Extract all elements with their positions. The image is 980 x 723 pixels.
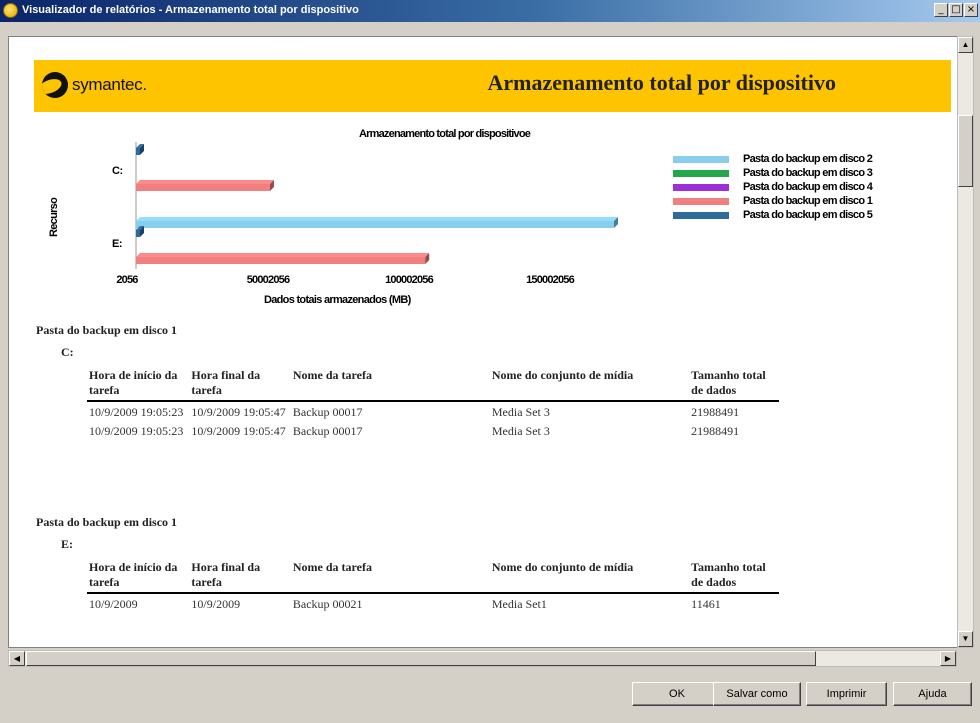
x-tick-label: 150002056 <box>526 274 575 286</box>
legend-swatch <box>673 155 729 163</box>
cell-job: Backup 00021 <box>292 597 363 611</box>
cell-media-set: Media Set 3 <box>491 405 550 419</box>
table-row: 10/9/2009 10/9/2009 Backup 00021 Media S… <box>87 593 779 613</box>
x-tick-label: 50002056 <box>246 274 290 286</box>
table-row: 10/9/2009 19:05:23 10/9/2009 19:05:47 Ba… <box>87 401 779 421</box>
col-header-start: Hora de início da tarefa <box>89 368 178 397</box>
horizontal-scrollbar[interactable]: ◀ ▶ <box>8 650 957 667</box>
help-button[interactable]: Ajuda <box>893 682 972 706</box>
ok-button[interactable]: OK <box>632 682 722 706</box>
legend-swatch <box>673 183 729 191</box>
cell-start: 10/9/2009 19:05:23 <box>89 424 184 438</box>
device-label: C: <box>61 345 74 359</box>
col-header-size: Tamanho total de dados <box>691 368 766 397</box>
table-row: 10/9/2009 19:05:23 10/9/2009 19:05:47 Ba… <box>87 421 779 440</box>
col-header-job: Nome da tarefa <box>292 368 372 382</box>
cell-start: 10/9/2009 19:05:23 <box>89 405 184 419</box>
title-bar[interactable]: Visualizador de relatórios - Armazenamen… <box>0 0 980 22</box>
cell-size: 21988491 <box>691 424 740 438</box>
cell-job: Backup 00017 <box>292 405 363 419</box>
legend-swatch <box>673 211 729 219</box>
bar <box>136 230 140 237</box>
minimize-button[interactable]: _ <box>934 3 948 17</box>
y-category-c: C: <box>112 165 123 177</box>
cell-media-set: Media Set 3 <box>491 424 550 438</box>
bar-top-face <box>136 253 430 257</box>
col-header-end: Hora final da tarefa <box>191 560 261 589</box>
cell-end: 10/9/2009 19:05:47 <box>191 424 286 438</box>
bar-top-face <box>136 217 618 221</box>
legend-label: Pasta do backup em disco 3 <box>743 167 873 179</box>
cell-size: 11461 <box>691 597 721 611</box>
table-header-row: Hora de início da tarefa Hora final da t… <box>87 560 779 593</box>
legend-swatch <box>673 169 729 177</box>
bar-top-face <box>136 180 274 184</box>
bar <box>136 184 270 191</box>
y-category-e: E: <box>112 238 123 250</box>
legend-item: Pasta do backup em disco 3 <box>673 166 873 180</box>
legend-label: Pasta do backup em disco 1 <box>743 195 873 207</box>
save-as-button[interactable]: Salvar como <box>713 682 801 706</box>
section-title: Pasta do backup em disco 1 <box>36 515 178 529</box>
cell-start: 10/9/2009 <box>89 597 138 611</box>
col-header-job: Nome da tarefa <box>292 560 372 574</box>
col-header-media-set: Nome do conjunto de mídia <box>491 560 634 574</box>
cell-end: 10/9/2009 <box>191 597 241 611</box>
legend-item: Pasta do backup em disco 4 <box>673 180 873 194</box>
jobs-table: Hora de início da tarefa Hora final da t… <box>87 368 779 440</box>
legend-label: Pasta do backup em disco 4 <box>743 181 873 193</box>
legend-label: Pasta do backup em disco 2 <box>743 153 873 165</box>
table-header-row: Hora de início da tarefa Hora final da t… <box>87 368 779 401</box>
legend-item: Pasta do backup em disco 5 <box>673 208 873 222</box>
col-header-media-set: Nome do conjunto de mídia <box>491 368 634 382</box>
print-button[interactable]: Imprimir <box>806 682 887 706</box>
cell-media-set: Media Set1 <box>491 597 547 611</box>
x-axis-label: Dados totais armazenados (MB) <box>264 294 411 306</box>
x-tick-label: 100002056 <box>385 274 434 286</box>
col-header-end: Hora final da tarefa <box>191 368 261 397</box>
maximize-button[interactable]: □ <box>949 3 963 17</box>
y-axis-label: Recurso <box>48 197 60 237</box>
legend-item: Pasta do backup em disco 1 <box>673 194 873 208</box>
legend-swatch <box>673 197 729 205</box>
device-label: E: <box>61 537 73 551</box>
legend-item: Pasta do backup em disco 2 <box>673 152 873 166</box>
cell-size: 21988491 <box>691 405 740 419</box>
jobs-table: Hora de início da tarefa Hora final da t… <box>87 560 779 613</box>
scroll-left-arrow-icon[interactable]: ◀ <box>9 651 25 666</box>
report-viewport[interactable]: symantec. Armazenamento total por dispos… <box>8 36 958 648</box>
app-icon <box>3 3 18 18</box>
cell-job: Backup 00017 <box>292 424 363 438</box>
x-tick-label: 2056 <box>116 274 138 286</box>
legend-label: Pasta do backup em disco 5 <box>743 209 873 221</box>
scroll-down-arrow-icon[interactable]: ▼ <box>958 631 973 647</box>
close-button[interactable]: × <box>964 3 978 17</box>
bar <box>136 148 140 155</box>
bar <box>136 257 426 264</box>
chart-legend: Pasta do backup em disco 2 Pasta do back… <box>673 152 873 222</box>
bar <box>136 221 614 228</box>
scroll-up-arrow-icon[interactable]: ▲ <box>958 37 973 53</box>
scroll-right-arrow-icon[interactable]: ▶ <box>940 651 956 666</box>
window-title: Visualizador de relatórios - Armazenamen… <box>22 4 359 16</box>
section-title: Pasta do backup em disco 1 <box>36 323 178 337</box>
vertical-scroll-thumb[interactable] <box>958 115 973 187</box>
cell-end: 10/9/2009 19:05:47 <box>191 405 286 419</box>
col-header-start: Hora de início da tarefa <box>89 560 178 589</box>
col-header-size: Tamanho total de dados <box>691 560 766 589</box>
vertical-scrollbar[interactable]: ▲ ▼ <box>957 36 974 648</box>
horizontal-scroll-thumb[interactable] <box>26 651 816 666</box>
